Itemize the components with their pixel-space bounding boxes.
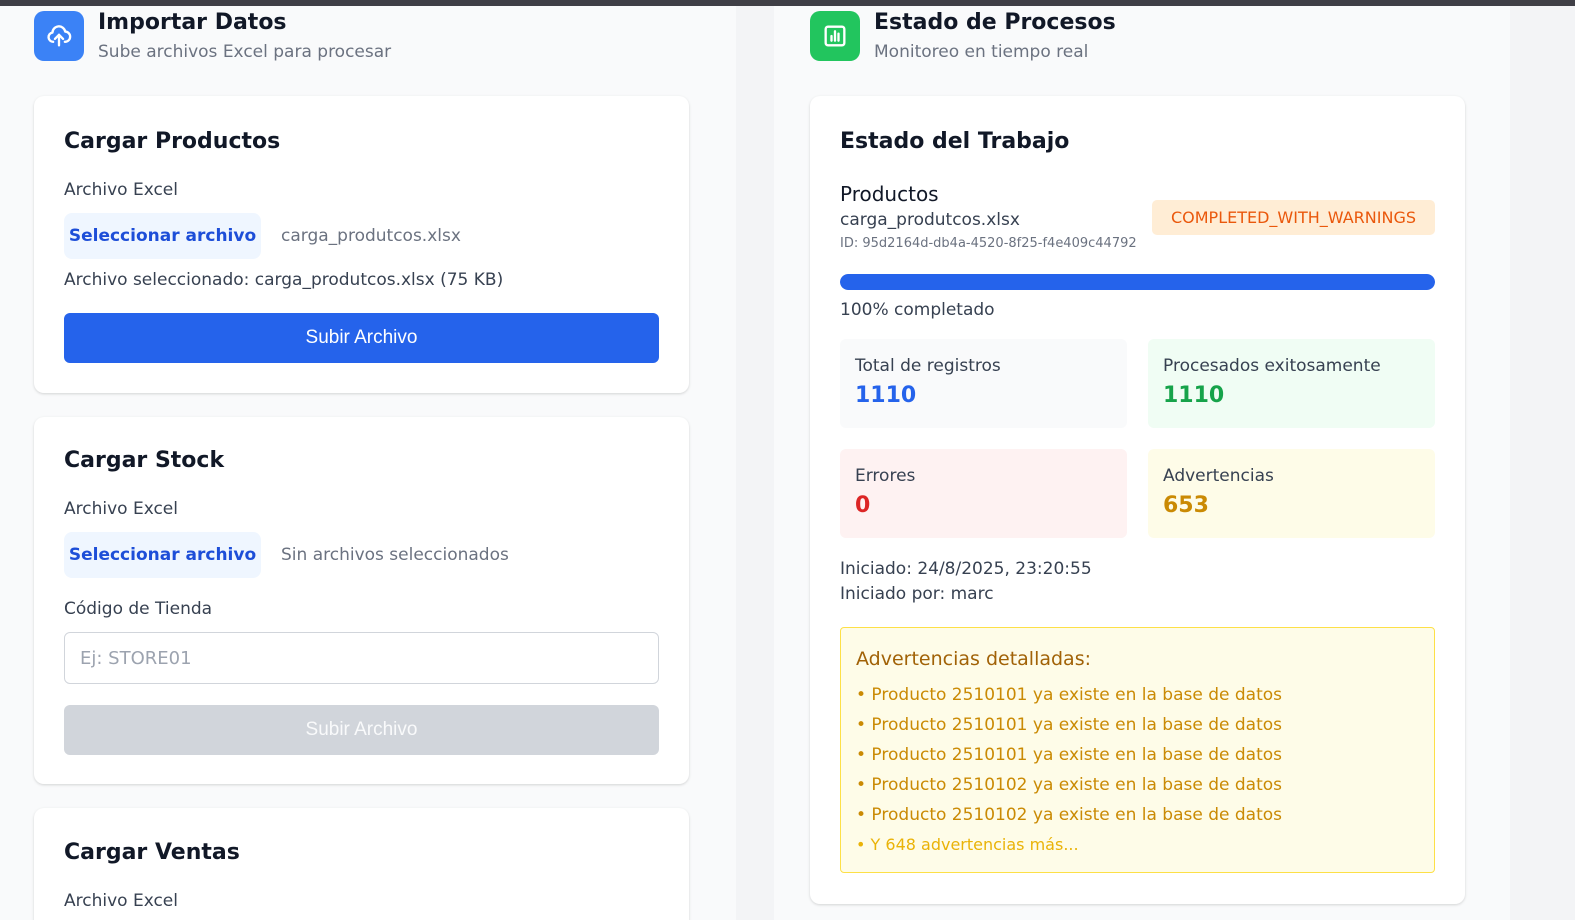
stat-warnings: Advertencias 653: [1148, 449, 1435, 538]
stock-upload-card: Cargar Stock Archivo Excel Seleccionar a…: [34, 417, 689, 784]
import-section-title: Importar Datos: [98, 10, 287, 35]
products-card-title: Cargar Productos: [64, 129, 281, 154]
stat-warnings-label: Advertencias: [1163, 466, 1274, 486]
job-progress-fill: [840, 274, 1435, 290]
stock-file-label: Archivo Excel: [64, 499, 178, 519]
products-selected-file-info: Archivo seleccionado: carga_produtcos.xl…: [64, 270, 504, 290]
store-code-input[interactable]: [64, 632, 659, 684]
sales-file-label: Archivo Excel: [64, 891, 178, 911]
products-select-file-button[interactable]: Seleccionar archivo: [64, 213, 261, 259]
products-file-name: carga_produtcos.xlsx: [281, 226, 461, 246]
import-section-header: Importar Datos Sube archivos Excel para …: [34, 6, 694, 66]
warnings-detail-title: Advertencias detalladas:: [856, 648, 1092, 670]
warnings-detail-box: Advertencias detalladas: • Producto 2510…: [840, 627, 1435, 873]
stat-total-value: 1110: [855, 383, 917, 408]
stock-card-title: Cargar Stock: [64, 448, 225, 473]
warning-item: • Producto 2510101 ya existe en la base …: [856, 745, 1283, 765]
stat-warnings-value: 653: [1163, 493, 1209, 518]
warning-item: • Producto 2510102 ya existe en la base …: [856, 805, 1283, 825]
status-section-subtitle: Monitoreo en tiempo real: [874, 42, 1089, 62]
stat-success-label: Procesados exitosamente: [1163, 356, 1381, 376]
stat-success-value: 1110: [1163, 383, 1225, 408]
page-right-margin: [1510, 6, 1575, 920]
stat-total-label: Total de registros: [855, 356, 1001, 376]
job-file-name: carga_produtcos.xlsx: [840, 210, 1020, 230]
sales-upload-card: Cargar Ventas Archivo Excel: [34, 808, 689, 920]
products-upload-card: Cargar Productos Archivo Excel Seleccion…: [34, 96, 689, 393]
bar-chart-icon: [810, 11, 860, 61]
sales-card-title: Cargar Ventas: [64, 840, 240, 865]
column-gutter: [736, 6, 774, 920]
stock-file-name: Sin archivos seleccionados: [281, 545, 509, 565]
stock-select-file-button[interactable]: Seleccionar archivo: [64, 532, 261, 578]
warning-item: • Producto 2510101 ya existe en la base …: [856, 715, 1283, 735]
stat-success: Procesados exitosamente 1110: [1148, 339, 1435, 428]
warnings-list: • Producto 2510101 ya existe en la base …: [856, 684, 1282, 864]
stat-errors: Errores 0: [840, 449, 1127, 538]
upload-cloud-icon: [34, 11, 84, 61]
warning-item: • Producto 2510101 ya existe en la base …: [856, 685, 1283, 705]
job-id: ID: 95d2164d-db4a-4520-8f25-f4e409c44792: [840, 236, 1137, 251]
products-file-label: Archivo Excel: [64, 180, 178, 200]
job-progress-label: 100% completado: [840, 300, 995, 320]
job-progress-bar: [840, 274, 1435, 290]
warnings-more: • Y 648 advertencias más...: [856, 835, 1079, 854]
products-upload-button[interactable]: Subir Archivo: [64, 313, 659, 363]
job-type: Productos: [840, 182, 939, 206]
job-status-badge: COMPLETED_WITH_WARNINGS: [1152, 200, 1435, 235]
stat-total: Total de registros 1110: [840, 339, 1127, 428]
import-section-subtitle: Sube archivos Excel para procesar: [98, 42, 392, 62]
job-started-at: Iniciado: 24/8/2025, 23:20:55: [840, 559, 1092, 579]
stat-errors-label: Errores: [855, 466, 916, 486]
job-started-by: Iniciado por: marc: [840, 584, 994, 604]
warning-item: • Producto 2510102 ya existe en la base …: [856, 775, 1283, 795]
stat-errors-value: 0: [855, 493, 871, 518]
stock-upload-button[interactable]: Subir Archivo: [64, 705, 659, 755]
status-section-title: Estado de Procesos: [874, 10, 1116, 35]
job-card-title: Estado del Trabajo: [840, 129, 1070, 154]
status-section-header: Estado de Procesos Monitoreo en tiempo r…: [810, 6, 1470, 66]
job-status-card: Estado del Trabajo Productos carga_produ…: [810, 96, 1465, 904]
store-code-label: Código de Tienda: [64, 599, 213, 619]
